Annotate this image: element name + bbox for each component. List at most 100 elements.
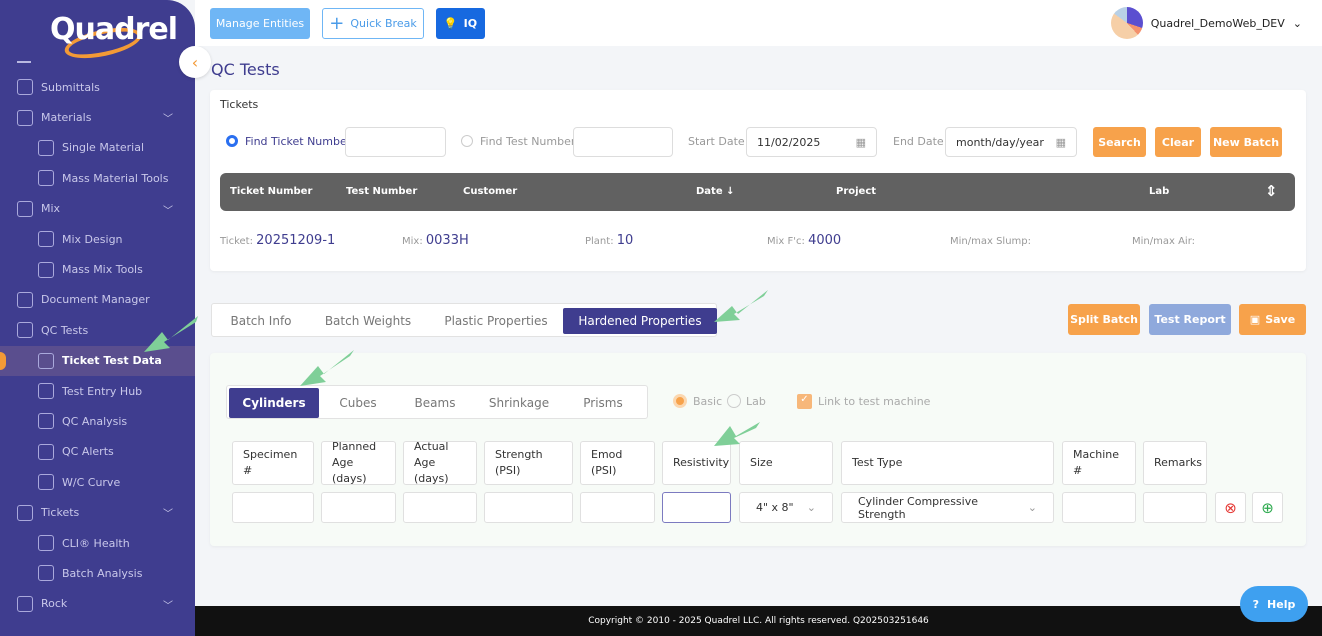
collapse-sidebar-button[interactable]: ‹ bbox=[179, 46, 211, 78]
tools-icon bbox=[38, 170, 54, 187]
sidebar-item-label: Single Material bbox=[62, 141, 145, 155]
tab-beams[interactable]: Beams bbox=[399, 388, 471, 418]
add-row-button[interactable]: ⊕ bbox=[1252, 492, 1283, 523]
sidebar-item-mass-mix-tools[interactable]: Mass Mix Tools bbox=[0, 254, 195, 284]
actual-age-input[interactable] bbox=[403, 492, 477, 523]
sidebar-item-test-entry-hub[interactable]: Test Entry Hub bbox=[0, 376, 195, 406]
find-ticket-radio[interactable] bbox=[226, 135, 238, 147]
sidebar-item-label: Document Manager bbox=[41, 293, 150, 307]
mix-design-icon bbox=[38, 231, 54, 248]
tab-cylinders[interactable]: Cylinders bbox=[229, 388, 319, 418]
calendar-icon[interactable]: ▦ bbox=[856, 136, 866, 149]
sidebar-item-document-manager[interactable]: Document Manager bbox=[0, 285, 195, 315]
start-date-input[interactable]: 11/02/2025 ▦ bbox=[746, 127, 877, 157]
sidebar-item-rock[interactable]: Rock ﹀ bbox=[0, 589, 195, 619]
remove-row-button[interactable]: ⊗ bbox=[1215, 492, 1246, 523]
sidebar-item-label: CLI® Health bbox=[62, 536, 130, 550]
split-batch-button[interactable]: Split Batch bbox=[1068, 304, 1140, 335]
chevron-down-icon[interactable]: ﹀ bbox=[163, 597, 173, 612]
tab-shrinkage[interactable]: Shrinkage bbox=[479, 388, 559, 418]
sidebar-item-mass-material-tools[interactable]: Mass Material Tools bbox=[0, 163, 195, 193]
col-ticket-number[interactable]: Ticket Number bbox=[230, 186, 312, 197]
sidebar-item-mix-design[interactable]: Mix Design bbox=[0, 224, 195, 254]
lightbulb-icon: 💡 bbox=[443, 17, 458, 30]
sidebar-item-qc-analysis[interactable]: QC Analysis bbox=[0, 406, 195, 436]
chevron-down-icon[interactable]: ﹀ bbox=[163, 202, 173, 217]
test-report-button[interactable]: Test Report bbox=[1149, 304, 1231, 335]
tab-prisms[interactable]: Prisms bbox=[567, 388, 639, 418]
column-header-size: Size bbox=[739, 441, 833, 485]
sidebar-item-ticket-test-data[interactable]: Ticket Test Data bbox=[0, 345, 195, 376]
sidebar-item-label: Batch Analysis bbox=[62, 566, 143, 580]
user-menu[interactable]: Quadrel_DemoWeb_DEV ⌄ bbox=[1110, 7, 1302, 39]
manage-entities-button[interactable]: Manage Entities bbox=[210, 8, 310, 39]
sidebar-item-submittals[interactable]: Submittals bbox=[0, 72, 195, 102]
test-number-input[interactable] bbox=[573, 127, 673, 157]
ticket-number-input[interactable] bbox=[345, 127, 446, 157]
size-select[interactable]: 4" x 8" ⌄ bbox=[739, 492, 833, 523]
air-info: Min/max Air: bbox=[1132, 236, 1196, 247]
planned-age-input[interactable] bbox=[321, 492, 396, 523]
layers-icon bbox=[17, 109, 33, 126]
save-button[interactable]: ▣ Save bbox=[1239, 304, 1306, 335]
sidebar-item-qc-tests[interactable]: QC Tests bbox=[0, 315, 195, 345]
lab-radio[interactable] bbox=[727, 394, 741, 408]
remarks-input[interactable] bbox=[1143, 492, 1207, 523]
chevron-down-icon[interactable]: ﹀ bbox=[163, 505, 173, 520]
rock-icon bbox=[17, 595, 33, 612]
test-type-select[interactable]: Cylinder Compressive Strength ⌄ bbox=[841, 492, 1054, 523]
col-date[interactable]: Date ↓ bbox=[696, 186, 734, 197]
tab-cubes[interactable]: Cubes bbox=[322, 388, 394, 418]
link-test-machine-label: Link to test machine bbox=[818, 395, 931, 408]
chevron-down-icon[interactable]: ﹀ bbox=[163, 110, 173, 125]
clear-button[interactable]: Clear bbox=[1155, 127, 1201, 157]
sidebar-item-w-c-curve[interactable]: W/C Curve bbox=[0, 467, 195, 497]
machine-input[interactable] bbox=[1062, 492, 1136, 523]
quadrel-logo[interactable]: Quadrel bbox=[50, 12, 178, 64]
hardened-card: Cylinders Cubes Beams Shrinkage Prisms B… bbox=[210, 353, 1306, 546]
column-header-remarks: Remarks bbox=[1143, 441, 1207, 485]
sidebar-item-materials[interactable]: Materials ﹀ bbox=[0, 102, 195, 132]
specimen-input[interactable] bbox=[232, 492, 314, 523]
col-project[interactable]: Project bbox=[836, 186, 876, 197]
sidebar-item-label: Mass Mix Tools bbox=[62, 263, 143, 277]
tab-plastic-properties[interactable]: Plastic Properties bbox=[432, 308, 560, 334]
sidebar-item-batch-analysis[interactable]: Batch Analysis bbox=[0, 558, 195, 588]
column-header-planned-age-days: Planned Age (days) bbox=[321, 440, 396, 485]
sidebar-item-label: Materials bbox=[41, 111, 92, 125]
sidebar-item-cli-health[interactable]: CLI® Health bbox=[0, 528, 195, 558]
col-customer[interactable]: Customer bbox=[463, 186, 517, 197]
tab-hardened-properties[interactable]: Hardened Properties bbox=[563, 308, 717, 334]
divider bbox=[17, 61, 31, 63]
sidebar-item-single-material[interactable]: Single Material bbox=[0, 133, 195, 163]
help-button[interactable]: ? Help bbox=[1240, 586, 1308, 622]
basic-radio[interactable] bbox=[673, 394, 687, 408]
col-test-number[interactable]: Test Number bbox=[346, 186, 417, 197]
emod-input[interactable] bbox=[580, 492, 655, 523]
tab-batch-info[interactable]: Batch Info bbox=[216, 308, 306, 334]
col-lab[interactable]: Lab bbox=[1149, 186, 1169, 197]
close-circle-icon: ⊗ bbox=[1224, 498, 1237, 517]
find-test-radio[interactable] bbox=[461, 135, 473, 147]
mix-info: Mix: 0033H bbox=[402, 233, 469, 248]
sidebar-item-qc-alerts[interactable]: QC Alerts bbox=[0, 437, 195, 467]
sidebar-item-label: Mix bbox=[41, 202, 61, 216]
end-date-input[interactable]: month/day/year ▦ bbox=[945, 127, 1077, 157]
column-header-actual-age-days: Actual Age (days) bbox=[403, 440, 477, 485]
calendar-icon[interactable]: ▦ bbox=[1056, 136, 1066, 149]
quick-break-button[interactable]: + Quick Break bbox=[322, 8, 424, 39]
sidebar-item-tickets[interactable]: Tickets ﹀ bbox=[0, 497, 195, 527]
sidebar-item-mix[interactable]: Mix ﹀ bbox=[0, 194, 195, 224]
column-header-specimen: Specimen # bbox=[232, 441, 314, 485]
strength-input[interactable] bbox=[484, 492, 573, 523]
column-header-resistivity: Resistivity bbox=[662, 441, 731, 485]
search-button[interactable]: Search bbox=[1093, 127, 1146, 157]
new-batch-button[interactable]: New Batch bbox=[1210, 127, 1282, 157]
start-date-label: Start Date bbox=[688, 135, 745, 148]
tab-batch-weights[interactable]: Batch Weights bbox=[312, 308, 424, 334]
link-test-machine-checkbox[interactable]: ✓ bbox=[797, 394, 812, 409]
resistivity-input[interactable] bbox=[662, 492, 731, 523]
expand-icon[interactable]: ⇕ bbox=[1265, 182, 1278, 200]
mix-icon bbox=[17, 200, 33, 217]
iq-button[interactable]: 💡 IQ bbox=[436, 8, 485, 39]
